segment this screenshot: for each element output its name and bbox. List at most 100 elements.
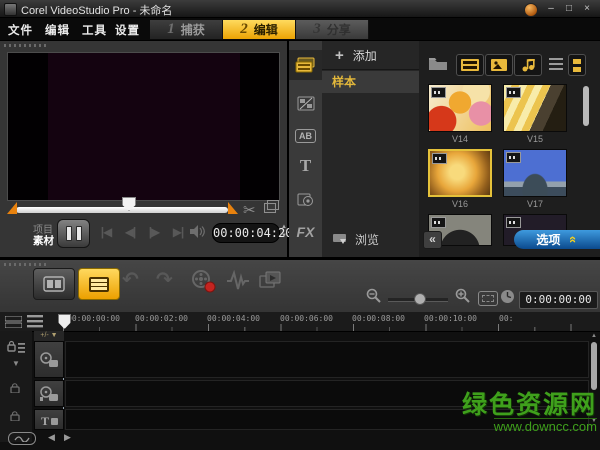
video-track-header[interactable]	[34, 341, 64, 378]
menu-file[interactable]: 文件	[8, 22, 33, 38]
timeline-scrollbar[interactable]: ▲ ▼	[590, 333, 598, 424]
filter-audio-button[interactable]	[514, 54, 542, 76]
list-view-icon[interactable]	[549, 58, 563, 70]
split-clip-icon[interactable]: ✂	[243, 201, 256, 219]
thumbnail-v14[interactable]	[428, 84, 492, 132]
corel-guide-icon[interactable]	[524, 3, 538, 17]
ruler-label: 00:00:08:00	[352, 314, 405, 323]
timeline-ruler[interactable]: 00:00:00:00 00:00:02:00 00:00:04:00 00:0…	[0, 312, 600, 332]
volume-icon[interactable]	[190, 225, 207, 238]
title-category-button[interactable]: T	[289, 153, 322, 179]
title-track-lock-icon[interactable]	[10, 411, 21, 421]
scroll-right-icon[interactable]: ▶	[64, 432, 71, 443]
timeline: 00:00:00:00 00:00:02:00 00:00:04:00 00:0…	[0, 312, 600, 450]
video-filter-icon	[461, 59, 479, 71]
thumbnail-v16-label: V16	[451, 199, 468, 209]
library-sidebar: AB T FX	[289, 41, 323, 257]
thumbnail-v15[interactable]	[503, 84, 567, 132]
transition-category-button[interactable]	[289, 89, 322, 117]
scroll-left-icon[interactable]: ◀	[48, 432, 55, 443]
gallery-scrollbar[interactable]	[583, 86, 589, 126]
media-category-button[interactable]	[289, 50, 322, 80]
zoom-in-icon[interactable]	[455, 288, 471, 304]
timeline-view-button[interactable]	[78, 268, 120, 300]
tab-share-label: 分享	[326, 23, 351, 37]
folder-icon[interactable]	[428, 56, 448, 71]
pause-button[interactable]	[57, 219, 90, 248]
tab-share[interactable]: 3 分享	[296, 20, 369, 39]
pause-bar	[75, 226, 82, 241]
scrollbar-thumb[interactable]	[591, 342, 597, 390]
tab-capture-number: 1	[167, 21, 175, 37]
menu-settings[interactable]: 设置	[115, 22, 140, 38]
clip-mode-label[interactable]: 素材	[33, 233, 54, 248]
menu-edit[interactable]: 编辑	[45, 22, 70, 38]
collapse-library-button[interactable]: «	[423, 231, 442, 249]
maximize-button[interactable]: □	[562, 2, 576, 15]
record-capture-icon[interactable]	[190, 269, 216, 293]
preview-timecode[interactable]: 00:00:04:20	[212, 223, 292, 243]
thumbnail-v17[interactable]	[503, 149, 567, 197]
browse-icon	[333, 234, 346, 244]
trim-start-handle[interactable]	[7, 202, 17, 214]
timeline-view-icon	[89, 276, 109, 292]
scrub-bar[interactable]	[16, 207, 228, 213]
tab-edit[interactable]: 2 编辑	[223, 20, 296, 39]
add-remove-track-button[interactable]: +/- ▼	[34, 331, 64, 341]
title-icon: T	[299, 156, 312, 175]
filter-photo-button[interactable]	[485, 54, 513, 76]
undo-button[interactable]: ↶	[122, 267, 139, 292]
title-track-row[interactable]	[65, 409, 589, 430]
timecode-up-icon[interactable]: ▲	[280, 224, 288, 230]
options-button[interactable]: 选项 «	[514, 230, 600, 249]
filter-video-button[interactable]	[456, 54, 484, 76]
track-list-icon[interactable]	[27, 315, 43, 328]
next-frame-button[interactable]: |▶	[143, 225, 165, 239]
overlay-track-lock-icon[interactable]	[10, 383, 21, 393]
title-track-header[interactable]: T	[34, 409, 64, 430]
browse-button[interactable]: 浏览	[322, 227, 419, 251]
scroll-down-icon[interactable]: ▼	[590, 418, 598, 424]
scroll-up-icon[interactable]: ▲	[590, 333, 598, 339]
media-icon	[295, 57, 315, 73]
graphic-category-button[interactable]	[289, 185, 322, 213]
thumbnail-view-button[interactable]	[568, 54, 586, 76]
library-panel: AB T FX + 添加 样本 浏览 V14 V15 V16 V17 « 选项 …	[289, 41, 600, 257]
show-all-tracks-icon[interactable]	[5, 316, 22, 328]
end-button[interactable]: ▶|	[167, 225, 189, 239]
tab-capture[interactable]: 1 捕获	[150, 20, 223, 39]
timecode-down-icon[interactable]: ▼	[280, 233, 288, 239]
menu-tools[interactable]: 工具	[82, 22, 107, 38]
video-track-row[interactable]	[65, 341, 589, 378]
title-ab-category-button[interactable]: AB	[289, 123, 322, 149]
timeline-timecode[interactable]: 0:00:00:00	[519, 291, 598, 309]
minimize-button[interactable]: –	[544, 2, 558, 15]
storyboard-view-button[interactable]	[33, 268, 75, 300]
sound-mixer-icon[interactable]	[226, 270, 250, 292]
preview-screen	[7, 52, 280, 201]
fit-timeline-button[interactable]	[478, 291, 498, 306]
sample-folder-item[interactable]: 样本	[322, 71, 419, 93]
home-button[interactable]: |◀	[95, 225, 117, 239]
auto-music-icon[interactable]	[258, 270, 284, 292]
video-clip-badge-icon	[431, 217, 446, 228]
overlay-track-header[interactable]	[34, 380, 64, 407]
overlay-track-row[interactable]	[65, 380, 589, 407]
add-folder-button[interactable]: + 添加	[322, 41, 419, 70]
close-button[interactable]: ×	[580, 2, 594, 15]
prev-frame-button[interactable]: ◀|	[119, 225, 141, 239]
clock-icon[interactable]	[500, 289, 515, 304]
trim-end-handle[interactable]	[228, 202, 238, 214]
chevron-down-icon[interactable]: ▼	[12, 359, 20, 368]
ruler-label: 00:00:00:00	[67, 314, 120, 323]
tab-edit-number: 2	[240, 21, 248, 37]
enlarge-preview-icon[interactable]	[264, 200, 279, 213]
filter-category-button[interactable]: FX	[289, 219, 322, 245]
redo-button[interactable]: ↷	[156, 267, 173, 292]
thumbnail-v16-selected[interactable]	[428, 149, 492, 197]
zoom-out-icon[interactable]	[366, 288, 382, 304]
scroll-mode-button[interactable]	[8, 432, 36, 445]
track-manager-column: ▼	[0, 331, 32, 442]
zoom-slider-thumb[interactable]	[414, 293, 426, 305]
track-lock-list-icon[interactable]	[7, 340, 25, 353]
